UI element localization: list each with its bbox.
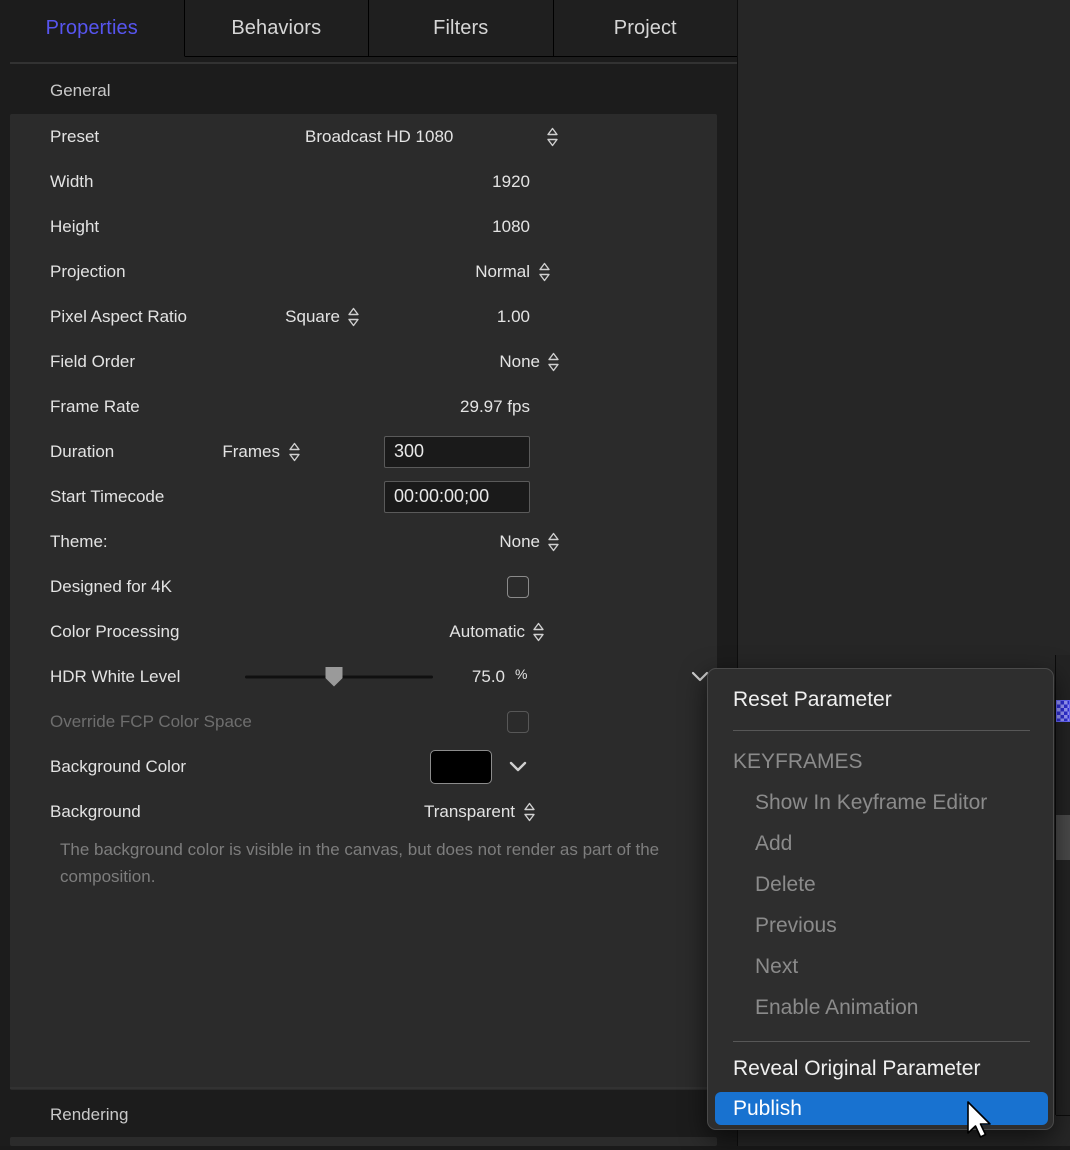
row-preset: Preset Broadcast HD 1080 [10,114,717,159]
row-pixel-aspect-ratio: Pixel Aspect Ratio Square 1.00 [10,294,717,339]
hdr-white-level-value[interactable]: 75.0 [410,667,505,687]
preset-value[interactable]: Broadcast HD 1080 [305,127,453,147]
divider-above-rendering [10,1087,737,1089]
layers-strip-cell [1056,960,1070,1116]
row-theme: Theme: None [10,519,717,564]
row-designed-for-4k: Designed for 4K [10,564,717,609]
row-label-start-timecode: Start Timecode [50,487,164,507]
row-label-preset: Preset [50,127,99,147]
menu-item-reveal-original-parameter[interactable]: Reveal Original Parameter [715,1052,1048,1085]
mouse-cursor [966,1101,996,1145]
row-override-fcp-color-space: Override FCP Color Space [10,699,717,744]
theme-value[interactable]: None [350,532,540,552]
menu-item-reset-parameter[interactable]: Reset Parameter [715,683,1048,716]
row-height: Height 1080 [10,204,717,249]
chevron-updown-icon[interactable] [547,352,560,371]
row-label-duration: Duration [50,442,114,462]
parameter-context-menu: Reset Parameter KEYFRAMES Show In Keyfra… [707,668,1054,1130]
menu-divider [733,730,1030,731]
layers-strip-cell-selected[interactable] [1056,815,1070,861]
tab-project[interactable]: Project [554,0,738,57]
row-label-field-order: Field Order [50,352,135,372]
menu-divider [733,1041,1030,1042]
menu-item-add: Add [715,827,1048,860]
row-label-designed-for-4k: Designed for 4K [50,577,172,597]
section-title-general: General [50,81,110,101]
row-duration: Duration Frames 300 [10,429,717,474]
frame-rate-value[interactable]: 29.97 fps [340,397,530,417]
chevron-updown-icon[interactable] [347,307,360,326]
background-value[interactable]: Transparent [300,802,515,822]
height-value[interactable]: 1080 [380,217,530,237]
layers-strip [1055,655,1070,1115]
field-order-value[interactable]: None [350,352,540,372]
layers-strip-cell [1056,770,1070,816]
chevron-updown-icon[interactable] [523,802,536,821]
menu-item-next: Next [715,950,1048,983]
row-hdr-white-level: HDR White Level 75.0 % [10,654,717,699]
inspector-pane: Properties Behaviors Filters Project Gen… [0,0,737,1146]
menu-item-delete: Delete [715,868,1048,901]
row-background: Background Transparent [10,789,717,834]
row-label-background: Background [50,802,141,822]
row-label-color-processing: Color Processing [50,622,179,642]
row-color-processing: Color Processing Automatic [10,609,717,654]
override-fcp-color-space-checkbox [507,711,529,733]
hdr-white-level-unit: % [515,666,527,682]
row-label-frame-rate: Frame Rate [50,397,140,417]
menu-item-show-in-keyframe-editor: Show In Keyframe Editor [715,786,1048,819]
row-width: Width 1920 [10,159,717,204]
row-label-override-fcp-color-space: Override FCP Color Space [50,712,252,732]
duration-unit-value[interactable]: Frames [180,442,280,462]
tab-behaviors[interactable]: Behaviors [185,0,370,57]
start-timecode-input[interactable]: 00:00:00;00 [384,481,530,513]
section-title-rendering: Rendering [50,1105,128,1125]
projection-value[interactable]: Normal [340,262,530,282]
inspector-tabbar: Properties Behaviors Filters Project [0,0,737,57]
general-properties-panel: Preset Broadcast HD 1080 Width 1920 Heig… [10,114,717,1090]
designed-for-4k-checkbox[interactable] [507,576,529,598]
duration-input[interactable]: 300 [384,436,530,468]
row-field-order: Field Order None [10,339,717,384]
rendering-properties-panel [10,1137,717,1146]
row-label-height: Height [50,217,99,237]
color-processing-value[interactable]: Automatic [320,622,525,642]
chevron-down-icon[interactable] [508,760,528,774]
row-start-timecode: Start Timecode 00:00:00;00 [10,474,717,519]
chevron-updown-icon[interactable] [538,262,551,281]
chevron-updown-icon[interactable] [547,532,560,551]
width-value[interactable]: 1920 [380,172,530,192]
tab-filters[interactable]: Filters [369,0,554,57]
row-frame-rate: Frame Rate 29.97 fps [10,384,717,429]
layers-strip-cell [1056,655,1070,701]
background-helper-text: The background color is visible in the c… [60,836,680,890]
row-projection: Projection Normal [10,249,717,294]
background-color-swatch[interactable] [430,750,492,784]
pixel-aspect-number[interactable]: 1.00 [410,307,530,327]
row-label-pixel-aspect-ratio: Pixel Aspect Ratio [50,307,187,327]
menu-item-previous: Previous [715,909,1048,942]
layers-strip-cell [1056,860,1070,911]
row-label-theme: Theme: [50,532,108,552]
hdr-white-level-slider-thumb[interactable] [326,667,343,687]
row-label-background-color: Background Color [50,757,186,777]
menu-section-keyframes: KEYFRAMES [715,745,1048,778]
row-label-width: Width [50,172,93,192]
menu-item-enable-animation: Enable Animation [715,991,1048,1024]
tab-properties[interactable]: Properties [0,0,185,57]
transparency-checker-thumbnail [1056,700,1070,722]
chevron-updown-icon[interactable] [532,622,545,641]
row-label-hdr-white-level: HDR White Level [50,667,180,687]
layers-strip-cell [1056,910,1070,961]
row-background-color: Background Color [10,744,717,789]
chevron-updown-icon[interactable] [546,127,559,146]
chevron-updown-icon[interactable] [288,442,301,461]
pixel-aspect-value[interactable]: Square [240,307,340,327]
divider-above-general [10,62,737,64]
menu-item-publish[interactable]: Publish [715,1092,1048,1125]
row-label-projection: Projection [50,262,126,282]
